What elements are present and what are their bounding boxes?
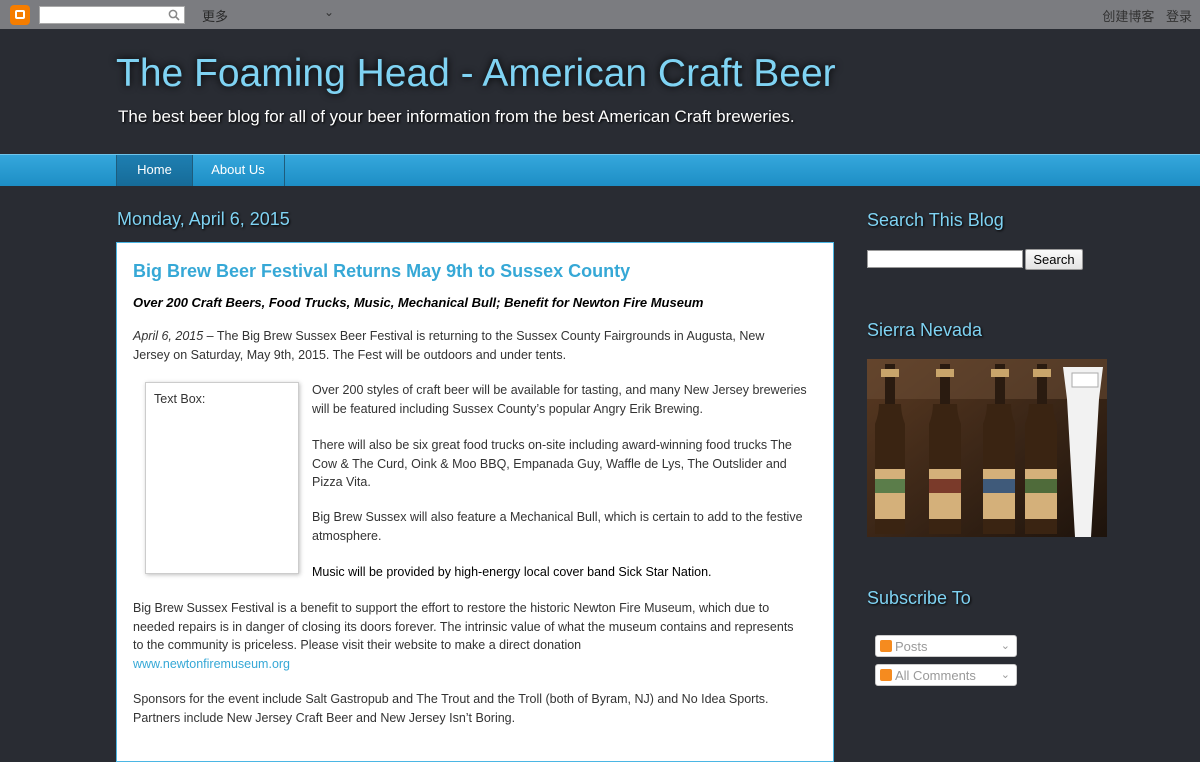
post-date: April 6, 2015	[133, 329, 204, 343]
post-subtitle: Over 200 Craft Beers, Food Trucks, Music…	[133, 295, 704, 310]
blog-post: Big Brew Beer Festival Returns May 9th t…	[116, 242, 834, 762]
search-button[interactable]: Search	[1025, 249, 1083, 270]
subscribe-comments-dropdown[interactable]: All Comments ⌄	[875, 664, 1017, 686]
museum-link[interactable]: www.newtonfiremuseum.org	[133, 657, 290, 671]
more-menu[interactable]: 更多	[202, 6, 228, 25]
search-widget-title: Search This Blog	[867, 210, 1004, 230]
post-paragraph-5: Big Brew Sussex Festival is a benefit to…	[133, 599, 803, 673]
post-paragraph-2: There will also be six great food trucks…	[312, 438, 792, 489]
subscribe-title: Subscribe To	[867, 588, 971, 608]
blogger-navbar: 更多 ⌄ 创建博客 登录	[0, 0, 1200, 29]
subscribe-posts-label: Posts	[895, 639, 928, 654]
blog-search-input[interactable]	[867, 250, 1023, 268]
blogger-logo-icon[interactable]	[10, 5, 30, 25]
post-title[interactable]: Big Brew Beer Festival Returns May 9th t…	[133, 261, 630, 282]
chevron-down-icon: ⌄	[1000, 640, 1010, 652]
navbar-search-input[interactable]	[39, 6, 185, 24]
text-box-label: Text Box:	[154, 392, 206, 406]
create-blog-link[interactable]: 创建博客	[1102, 9, 1154, 24]
sierra-nevada-title: Sierra Nevada	[867, 320, 983, 340]
search-icon[interactable]	[168, 9, 180, 21]
post-intro: April 6, 2015 – The Big Brew Sussex Beer…	[133, 327, 803, 364]
sierra-nevada-image[interactable]	[867, 359, 1107, 537]
feed-icon	[880, 669, 892, 681]
chevron-down-icon[interactable]: ⌄	[324, 5, 334, 19]
post-paragraph-3: Big Brew Sussex will also feature a Mech…	[312, 510, 803, 543]
subscribe-comments-label: All Comments	[895, 668, 976, 683]
page-tabs: Home About Us	[0, 154, 1200, 186]
blog-title[interactable]: The Foaming Head - American Craft Beer	[116, 52, 836, 96]
post-paragraph-6: Sponsors for the event include Salt Gast…	[133, 692, 769, 725]
post-intro-text: – The Big Brew Sussex Beer Festival is r…	[133, 329, 765, 362]
post-paragraph-4: Music will be provided by high-energy lo…	[312, 565, 712, 579]
blog-description: The best beer blog for all of your beer …	[118, 107, 795, 126]
subscribe-posts-dropdown[interactable]: Posts ⌄	[875, 635, 1017, 657]
login-link[interactable]: 登录	[1166, 9, 1192, 24]
chevron-down-icon: ⌄	[1000, 669, 1010, 681]
feed-icon	[880, 640, 892, 652]
date-header: Monday, April 6, 2015	[117, 209, 290, 229]
post-paragraph-1: Over 200 styles of craft beer will be av…	[312, 383, 807, 416]
post-paragraph-5-text: Big Brew Sussex Festival is a benefit to…	[133, 601, 794, 652]
text-box-image: Text Box:	[145, 382, 299, 574]
beer-bottles-illustration	[867, 359, 1107, 537]
tab-home[interactable]: Home	[116, 155, 193, 186]
tab-about-us[interactable]: About Us	[192, 155, 285, 186]
